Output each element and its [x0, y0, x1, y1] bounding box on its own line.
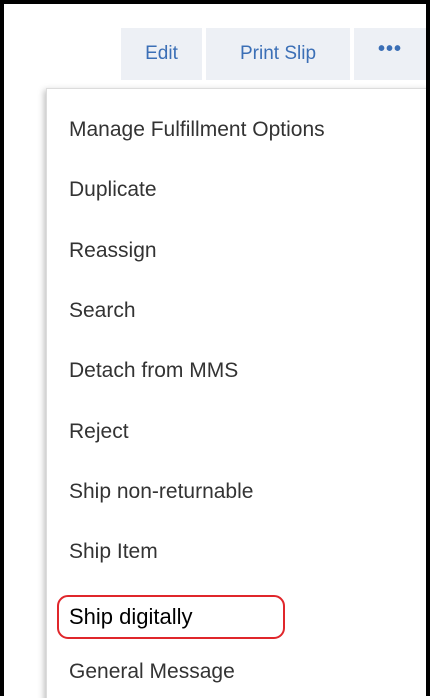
print-slip-button[interactable]: Print Slip	[206, 28, 350, 80]
menu-item-duplicate[interactable]: Duplicate	[69, 175, 157, 205]
menu-item-manage-fulfillment-options[interactable]: Manage Fulfillment Options	[69, 115, 325, 145]
menu-item-ship-non-returnable[interactable]: Ship non-returnable	[69, 477, 253, 507]
menu-item-reject[interactable]: Reject	[69, 417, 129, 447]
menu-item-detach-from-mms[interactable]: Detach from MMS	[69, 356, 238, 386]
menu-item-ship-item[interactable]: Ship Item	[69, 537, 158, 567]
more-actions-button[interactable]: •••	[354, 28, 426, 80]
menu-item-general-message[interactable]: General Message	[69, 657, 235, 687]
menu-item-reassign[interactable]: Reassign	[69, 236, 157, 266]
menu-item-search[interactable]: Search	[69, 296, 136, 326]
more-dots-icon: •••	[377, 37, 402, 60]
app-region: Edit Print Slip ••• Manage Fulfillment O…	[4, 4, 426, 698]
action-toolbar: Edit Print Slip •••	[4, 4, 426, 88]
more-actions-menu: Manage Fulfillment Options Duplicate Rea…	[46, 88, 426, 698]
edit-button[interactable]: Edit	[121, 28, 202, 80]
menu-item-ship-digitally[interactable]: Ship digitally	[69, 602, 193, 632]
